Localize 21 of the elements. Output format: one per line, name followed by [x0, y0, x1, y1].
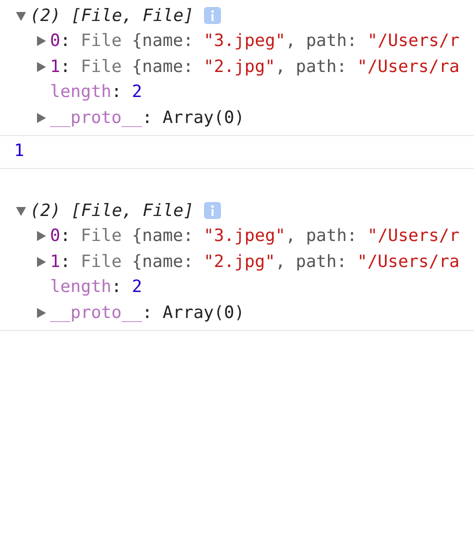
collapse-triangle-icon[interactable]	[15, 204, 27, 217]
expand-triangle-icon[interactable]	[35, 306, 47, 319]
array-summary: (2) [File, File]	[30, 200, 194, 221]
property-line[interactable]: 1: File {name: "2.jpg", path: "/Users/ra	[50, 252, 460, 272]
property-line[interactable]: 0: File {name: "3.jpeg", path: "/Users/r	[50, 31, 460, 52]
expand-triangle-icon[interactable]	[35, 35, 47, 48]
info-icon	[204, 7, 221, 24]
property-line[interactable]: __proto__: Array(0)	[50, 302, 244, 323]
property-line[interactable]: 1: File {name: "2.jpg", path: "/Users/ra	[50, 56, 460, 77]
collapse-triangle-icon[interactable]	[15, 10, 27, 22]
info-icon	[204, 202, 221, 220]
expand-triangle-icon[interactable]	[35, 256, 47, 268]
property-line[interactable]: __proto__: Array(0)	[50, 108, 244, 128]
property-line: length: 2	[50, 82, 142, 102]
expand-triangle-icon[interactable]	[35, 60, 47, 73]
property-line[interactable]: 0: File {name: "3.jpeg", path: "/Users/r	[50, 226, 460, 246]
expand-triangle-icon[interactable]	[35, 230, 47, 242]
logged-number: 1	[14, 141, 24, 162]
expand-triangle-icon[interactable]	[35, 112, 47, 124]
property-line: length: 2	[50, 277, 142, 298]
array-summary: (2) [File, File]	[30, 6, 194, 26]
